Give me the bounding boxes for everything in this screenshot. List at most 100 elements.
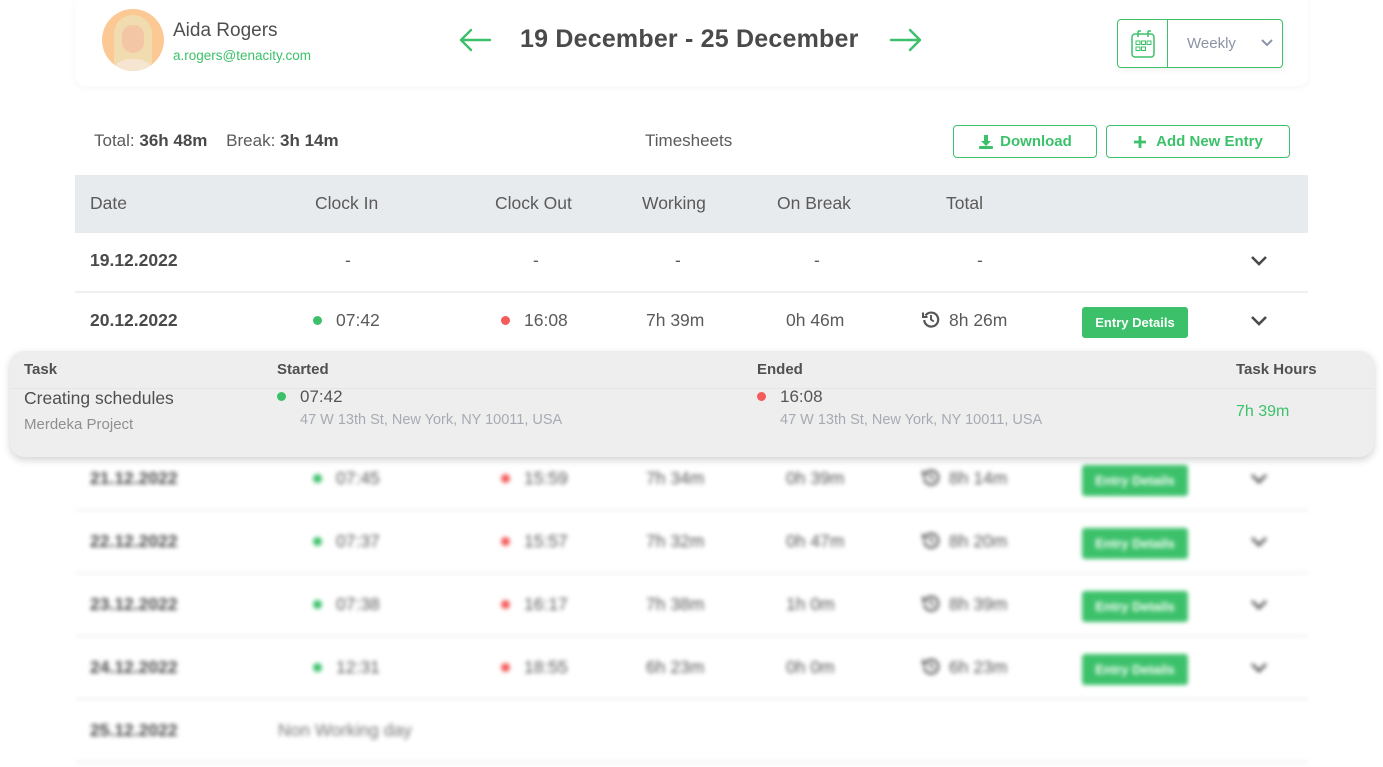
chevron-down-icon[interactable] — [1249, 254, 1269, 268]
table-row[interactable]: 19.12.2022 - - - - - — [75, 233, 1308, 293]
column-header-clock-out: Clock Out — [495, 193, 572, 213]
avatar — [102, 9, 164, 71]
period-select[interactable]: Weekly — [1117, 19, 1283, 68]
chevron-down-icon[interactable] — [1249, 535, 1269, 549]
clock-out-cell: 18:55 — [501, 657, 568, 678]
started-time: 07:42 — [277, 387, 343, 407]
download-icon — [979, 134, 994, 149]
calendar-icon — [1130, 29, 1155, 58]
history-icon — [922, 595, 940, 612]
summary-bar: Total: 36h 48m Break: 3h 14m Timesheets … — [75, 118, 1308, 164]
clock-out-cell: - — [533, 250, 539, 270]
total-cell: - — [977, 250, 983, 270]
total-label: Total: — [94, 131, 135, 150]
column-header-on-break: On Break — [777, 193, 851, 213]
entry-details-button[interactable]: Entry Details — [1082, 307, 1188, 338]
timesheet-header: Aida Rogers a.rogers@tenacity.com 19 Dec… — [75, 0, 1308, 86]
started-address: 47 W 13th St, New York, NY 10011, USA — [300, 412, 563, 428]
total-cell: 8h 39m — [922, 594, 1007, 615]
clock-out-dot-icon — [501, 536, 510, 546]
clock-out-cell: 16:17 — [501, 594, 568, 615]
row-date: 20.12.2022 — [90, 310, 178, 330]
break-label: Break: — [226, 131, 276, 150]
detail-header-task: Task — [24, 361, 58, 378]
row-note: Non Working day — [278, 720, 412, 740]
on-break-cell: 0h 39m — [786, 468, 845, 488]
history-icon — [922, 658, 940, 675]
user-email: a.rogers@tenacity.com — [173, 47, 312, 63]
total-cell: 8h 14m — [922, 468, 1007, 489]
clock-in-cell: 07:42 — [313, 310, 380, 331]
user-name: Aida Rogers — [173, 19, 278, 41]
totals: Total: 36h 48m Break: 3h 14m — [94, 131, 339, 151]
clock-in-cell: 07:37 — [313, 531, 380, 552]
ended-address: 47 W 13th St, New York, NY 10011, USA — [780, 412, 1043, 428]
table-row[interactable]: 23.12.2022 07:38 16:17 7h 38m 1h 0m 8h 39m Ent… — [75, 577, 1308, 637]
on-break-cell: 1h 0m — [786, 594, 835, 614]
table-row[interactable]: 25.12.2022 Non Working day — [75, 703, 1308, 763]
clock-out-cell: 15:59 — [501, 468, 568, 489]
task-project: Merdeka Project — [24, 416, 134, 433]
add-new-entry-button[interactable]: Add New Entry — [1106, 125, 1290, 158]
task-hours-value: 7h 39m — [1236, 403, 1290, 420]
working-cell: - — [675, 250, 681, 270]
clock-in-dot-icon — [313, 662, 322, 672]
clock-out-dot-icon — [501, 662, 510, 672]
clock-in-dot-icon — [313, 536, 322, 546]
total-cell: 8h 20m — [922, 531, 1007, 552]
total-cell: 6h 23m — [922, 657, 1007, 678]
arrow-right-icon[interactable] — [889, 28, 923, 52]
clock-out-dot-icon — [501, 473, 510, 483]
column-header-date: Date — [90, 193, 127, 213]
column-header-total: Total — [946, 193, 983, 213]
working-cell: 7h 32m — [646, 531, 705, 551]
chevron-down-icon[interactable] — [1249, 314, 1269, 328]
table-row[interactable]: 24.12.2022 12:31 18:55 6h 23m 0h 0m 6h 23m Ent… — [75, 640, 1308, 700]
table-row[interactable]: 21.12.2022 07:45 15:59 7h 34m 0h 39m 8h 14m En… — [75, 451, 1308, 511]
working-cell: 7h 34m — [646, 468, 705, 488]
entry-detail-panel: Task Started Ended Task Hours Creating s… — [10, 351, 1374, 457]
on-break-cell: 0h 46m — [786, 310, 845, 330]
user-profile: Aida Rogers a.rogers@tenacity.com — [102, 9, 311, 71]
total-cell: 8h 26m — [922, 310, 1007, 331]
add-new-entry-label: Add New Entry — [1156, 133, 1263, 150]
clock-out-cell: 15:57 — [501, 531, 568, 552]
plus-icon — [1134, 135, 1147, 148]
column-header-working: Working — [642, 193, 706, 213]
task-name: Creating schedules — [24, 388, 174, 408]
clock-in-dot-icon — [313, 599, 322, 609]
entry-details-button[interactable]: Entry Details — [1082, 465, 1188, 496]
detail-header-task-hours: Task Hours — [1236, 361, 1317, 378]
column-header-clock-in: Clock In — [315, 193, 379, 213]
row-date: 19.12.2022 — [90, 250, 178, 270]
chevron-down-icon[interactable] — [1249, 661, 1269, 675]
download-label: Download — [1000, 133, 1072, 150]
download-button[interactable]: Download — [953, 125, 1097, 158]
chevron-down-icon[interactable] — [1249, 472, 1269, 486]
history-icon — [922, 311, 940, 328]
table-row[interactable]: 20.12.2022 07:42 16:08 7h 39m 0h 46m 8h 26m En… — [75, 293, 1308, 353]
entry-details-button[interactable]: Entry Details — [1082, 528, 1188, 559]
table-row[interactable]: 22.12.2022 07:37 15:57 7h 32m 0h 47m 8h 20m En… — [75, 514, 1308, 574]
history-icon — [922, 469, 940, 486]
divider — [10, 388, 1374, 389]
working-cell: 6h 23m — [646, 657, 705, 677]
clock-in-dot-icon — [313, 473, 322, 483]
entry-details-button[interactable]: Entry Details — [1082, 591, 1188, 622]
clock-in-dot-icon — [313, 315, 322, 325]
clock-in-dot-icon — [277, 392, 286, 402]
detail-header-ended: Ended — [757, 361, 803, 378]
entry-details-button[interactable]: Entry Details — [1082, 654, 1188, 685]
working-cell: 7h 39m — [646, 310, 705, 330]
history-icon — [922, 532, 940, 549]
clock-in-cell: 12:31 — [313, 657, 380, 678]
clock-out-cell: 16:08 — [501, 310, 568, 331]
period-select-value: Weekly — [1187, 35, 1236, 52]
chevron-down-icon[interactable] — [1249, 598, 1269, 612]
clock-out-dot-icon — [501, 599, 510, 609]
row-date: 23.12.2022 — [90, 594, 178, 614]
arrow-left-icon[interactable] — [458, 28, 492, 52]
clock-in-cell: - — [345, 250, 351, 270]
clock-out-dot-icon — [501, 315, 510, 325]
clock-in-cell: 07:38 — [313, 594, 380, 615]
